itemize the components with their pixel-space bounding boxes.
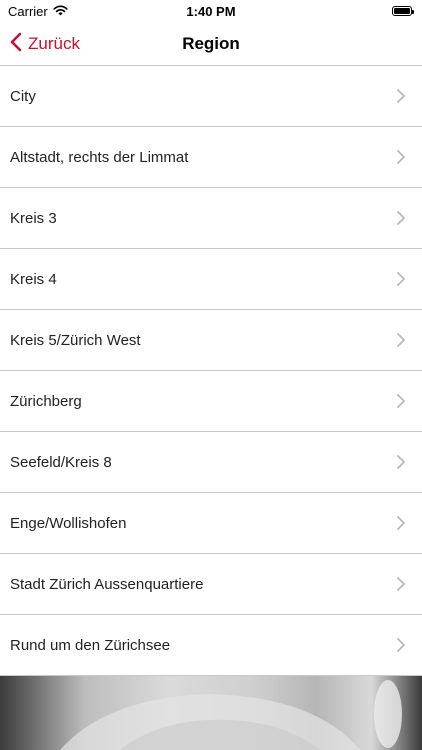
list-item-label: Kreis 4 [10, 270, 57, 288]
page-title: Region [182, 34, 240, 53]
chevron-right-icon [397, 333, 405, 347]
list-item[interactable]: Seefeld/Kreis 8 [0, 432, 422, 493]
chevron-right-icon [397, 211, 405, 225]
chevron-right-icon [397, 577, 405, 591]
list-item-label: Stadt Zürich Aussenquartiere [10, 575, 204, 593]
list-item-label: City [10, 87, 36, 105]
list-item[interactable]: Rund um den Zürichsee [0, 615, 422, 676]
chevron-right-icon [397, 516, 405, 530]
list-item-label: Enge/Wollishofen [10, 514, 127, 532]
chevron-right-icon [397, 89, 405, 103]
list-item[interactable]: Stadt Zürich Aussenquartiere [0, 554, 422, 615]
list-item-label: Zürichberg [10, 392, 82, 410]
region-list: City Altstadt, rechts der Limmat Kreis 3… [0, 66, 422, 676]
chevron-right-icon [397, 272, 405, 286]
chevron-right-icon [397, 455, 405, 469]
list-item[interactable]: City [0, 66, 422, 127]
list-item-label: Altstadt, rechts der Limmat [10, 148, 189, 166]
list-item[interactable]: Kreis 4 [0, 249, 422, 310]
background-photo [0, 676, 422, 750]
status-time: 1:40 PM [186, 4, 236, 19]
navigation-bar: Zurück Region [0, 22, 422, 66]
list-item[interactable]: Kreis 3 [0, 188, 422, 249]
list-item-label: Kreis 5/Zürich West [10, 331, 141, 349]
list-item[interactable]: Zürichberg [0, 371, 422, 432]
list-item[interactable]: Kreis 5/Zürich West [0, 310, 422, 371]
list-item-label: Rund um den Zürichsee [10, 636, 171, 654]
chevron-right-icon [397, 638, 405, 652]
list-item[interactable]: Altstadt, rechts der Limmat [0, 127, 422, 188]
list-item-label: Seefeld/Kreis 8 [10, 453, 112, 471]
status-bar: Carrier 1:40 PM [0, 0, 422, 22]
list-item[interactable]: Enge/Wollishofen [0, 493, 422, 554]
list-item-label: Kreis 3 [10, 209, 57, 227]
battery-icon [392, 6, 414, 16]
chevron-right-icon [397, 394, 405, 408]
chevron-right-icon [397, 150, 405, 164]
